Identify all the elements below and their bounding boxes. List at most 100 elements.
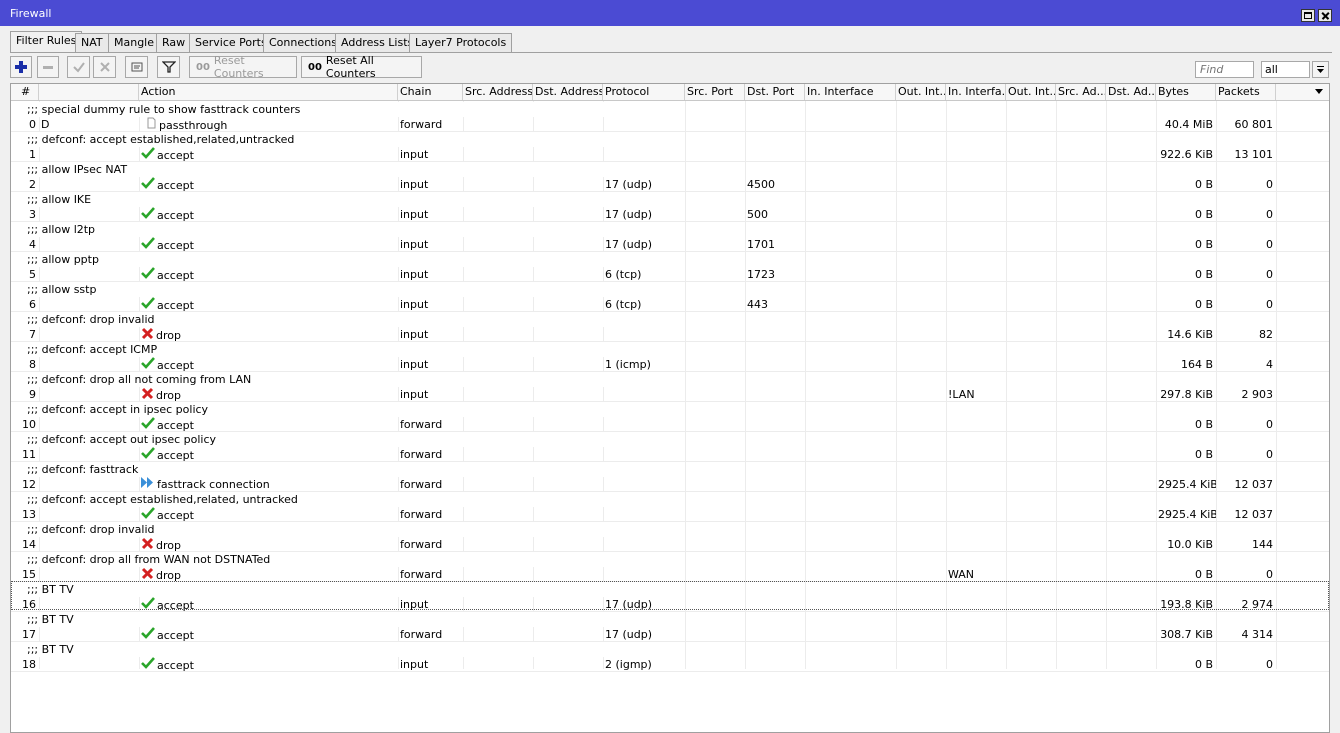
col-dst-address[interactable]: Dst. Address [533, 84, 603, 100]
title-bar[interactable]: Firewall [0, 0, 1340, 26]
disable-button[interactable] [93, 56, 116, 78]
selection-focus-box [11, 581, 1329, 610]
table-row[interactable]: 0 Dpassthrough forward 40.4 MiB 60 801 [11, 117, 1329, 132]
table-row[interactable]: 17 accept forward 17 (udp) 308.7 KiB 4 314 [11, 627, 1329, 642]
table-row[interactable]: 9 drop input !LAN 297.8 KiB 2 903 [11, 387, 1329, 402]
col-packets[interactable]: Packets [1216, 84, 1276, 100]
rule-comment-row[interactable]: ;;; defconf: drop all not coming from LA… [11, 372, 1329, 387]
rule-action-label: accept [157, 418, 194, 432]
filter-select[interactable]: all [1261, 61, 1310, 78]
find-input[interactable] [1195, 61, 1254, 78]
col-src-address-list[interactable]: Src. Ad... [1056, 84, 1106, 100]
rule-comment-row[interactable]: ;;; defconf: accept established,related,… [11, 132, 1329, 147]
rule-bytes: 0 B [1194, 448, 1213, 461]
table-row[interactable]: 14 drop forward 10.0 KiB 144 [11, 537, 1329, 552]
tab-filter-rules[interactable]: Filter Rules [10, 31, 83, 53]
rule-comment-row[interactable]: ;;; special dummy rule to show fasttrack… [11, 102, 1329, 117]
tab-nat[interactable]: NAT [75, 33, 109, 53]
rule-comment-row[interactable]: ;;; defconf: fasttrack [11, 462, 1329, 477]
table-row[interactable]: 6 accept input 6 (tcp) 443 0 B 0 [11, 297, 1329, 312]
close-icon[interactable] [1318, 9, 1332, 22]
table-row[interactable]: 4 accept input 17 (udp) 1701 0 B 0 [11, 237, 1329, 252]
filter-select-dropdown[interactable] [1312, 61, 1329, 78]
rule-number: 2 [29, 178, 36, 191]
col-bytes[interactable]: Bytes [1156, 84, 1216, 100]
table-row[interactable]: 8 accept input 1 (icmp) 164 B 4 [11, 357, 1329, 372]
table-row[interactable]: 18 accept input 2 (igmp) 0 B 0 [11, 657, 1329, 672]
col-in-interface-list[interactable]: In. Interfa... [946, 84, 1006, 100]
rule-action: passthrough [139, 117, 398, 132]
comment-button[interactable] [125, 56, 148, 78]
rule-packets: 60 801 [1234, 118, 1274, 131]
rule-comment-row[interactable]: ;;; defconf: drop invalid [11, 522, 1329, 537]
col-protocol[interactable]: Protocol [603, 84, 685, 100]
rule-comment-row[interactable]: ;;; BT TV [11, 642, 1329, 657]
col-out-interface[interactable]: Out. Int... [896, 84, 946, 100]
rule-in-interface-list [946, 507, 1006, 522]
rule-comment-row[interactable]: ;;; BT TV [11, 612, 1329, 627]
rule-chain: forward [400, 118, 443, 131]
tab-address-lists[interactable]: Address Lists [335, 33, 420, 53]
rule-comment-row[interactable]: ;;; defconf: drop all from WAN not DSTNA… [11, 552, 1329, 567]
rule-comment-row[interactable]: ;;; allow IPsec NAT [11, 162, 1329, 177]
tab-service-ports[interactable]: Service Ports [189, 33, 273, 53]
rule-comment: ;;; defconf: fasttrack [25, 462, 625, 477]
tab-connections[interactable]: Connections [263, 33, 343, 53]
table-row[interactable]: 5 accept input 6 (tcp) 1723 0 B 0 [11, 267, 1329, 282]
rule-comment-row[interactable]: ;;; defconf: drop invalid [11, 312, 1329, 327]
reset-all-counters-button[interactable]: 00 Reset All Counters [301, 54, 422, 80]
row-divider [11, 671, 1329, 672]
rule-comment-row[interactable]: ;;; allow l2tp [11, 222, 1329, 237]
col-out-interface-list[interactable]: Out. Int... [1006, 84, 1056, 100]
tab-raw[interactable]: Raw [156, 33, 192, 53]
rule-chain: input [400, 328, 429, 341]
enable-button[interactable] [67, 56, 90, 78]
rule-number: 9 [29, 388, 36, 401]
rule-chain: input [400, 208, 429, 221]
rule-flag [39, 387, 139, 402]
rule-protocol [603, 567, 685, 582]
col-dst-port[interactable]: Dst. Port [745, 84, 805, 100]
rule-comment-row[interactable]: ;;; defconf: accept ICMP [11, 342, 1329, 357]
restore-icon[interactable] [1301, 9, 1315, 22]
remove-button[interactable] [37, 56, 59, 78]
tab-mangle[interactable]: Mangle [108, 33, 161, 53]
rule-comment-row[interactable]: ;;; allow sstp [11, 282, 1329, 297]
table-row[interactable]: 13 accept forward 2925.4 KiB 12 037 [11, 507, 1329, 522]
rule-in-interface-list [946, 267, 1006, 282]
filter-button[interactable] [157, 56, 180, 78]
table-row[interactable]: 15 drop forward WAN 0 B 0 [11, 567, 1329, 582]
rule-action-label: accept [157, 628, 194, 642]
table-row[interactable]: 11 accept forward 0 B 0 [11, 447, 1329, 462]
rule-comment-row[interactable]: ;;; defconf: accept established,related,… [11, 492, 1329, 507]
column-menu-icon[interactable] [1315, 89, 1323, 94]
table-row[interactable]: 10 accept forward 0 B 0 [11, 417, 1329, 432]
check-icon [141, 147, 155, 162]
tab-layer7-protocols[interactable]: Layer7 Protocols [409, 33, 513, 53]
rule-action-label: accept [157, 208, 194, 222]
table-row[interactable]: 1 accept input 922.6 KiB 13 101 [11, 147, 1329, 162]
table-row[interactable]: 3 accept input 17 (udp) 500 0 B 0 [11, 207, 1329, 222]
rule-comment-row[interactable]: ;;; allow pptp [11, 252, 1329, 267]
reset-counters-button[interactable]: 00 Reset Counters [189, 54, 297, 80]
table-row[interactable]: 2 accept input 17 (udp) 4500 0 B 0 [11, 177, 1329, 192]
col-in-interface[interactable]: In. Interface [805, 84, 896, 100]
rule-comment-row[interactable]: ;;; allow IKE [11, 192, 1329, 207]
table-row[interactable]: 7 drop input 14.6 KiB 82 [11, 327, 1329, 342]
fast-forward-icon [141, 477, 155, 492]
col-chain[interactable]: Chain [398, 84, 463, 100]
col-dst-address-list[interactable]: Dst. Ad... [1106, 84, 1156, 100]
col-action[interactable]: Action [139, 84, 398, 100]
add-button[interactable] [10, 56, 32, 78]
rule-protocol: 1 (icmp) [605, 358, 651, 371]
col-src-address[interactable]: Src. Address [463, 84, 533, 100]
rule-chain: forward [400, 538, 443, 551]
rule-comment-row[interactable]: ;;; defconf: accept out ipsec policy [11, 432, 1329, 447]
rule-comment-row[interactable]: ;;; defconf: accept in ipsec policy [11, 402, 1329, 417]
rule-flag: D [41, 118, 50, 131]
col-src-port[interactable]: Src. Port [685, 84, 745, 100]
col-number[interactable]: # [11, 84, 39, 100]
table-row[interactable]: 12 fasttrack connection forward 2925.4 KiB 1… [11, 477, 1329, 492]
rule-in-interface-list: !LAN [948, 388, 975, 401]
rule-bytes: 0 B [1194, 238, 1213, 251]
